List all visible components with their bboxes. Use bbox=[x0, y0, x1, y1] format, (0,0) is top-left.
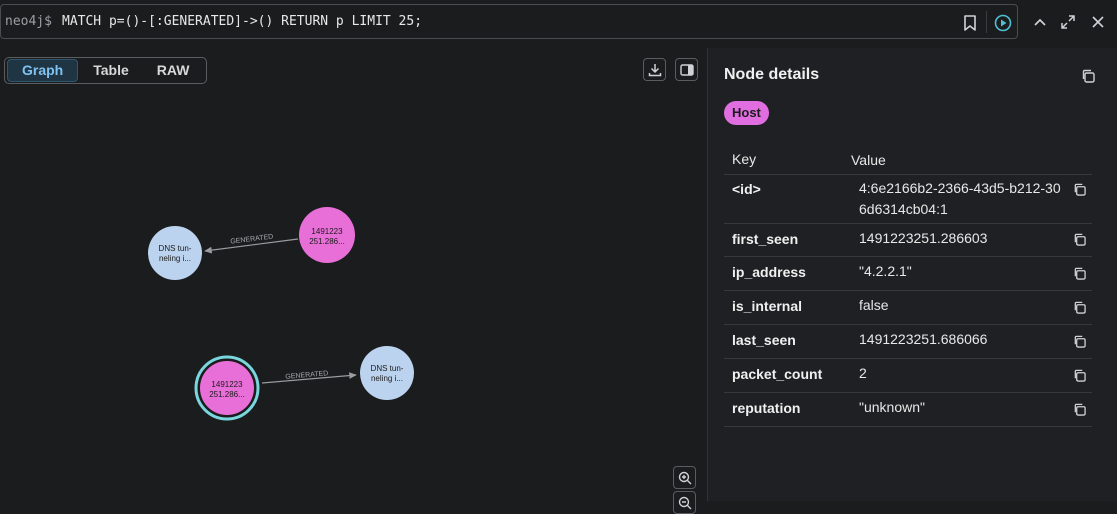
node-label-pill[interactable]: Host bbox=[724, 101, 769, 125]
prompt-label: neo4j$ bbox=[5, 14, 52, 29]
tab-raw[interactable]: RAW bbox=[144, 59, 203, 82]
tab-table[interactable]: Table bbox=[80, 59, 142, 82]
key-column-header: Key bbox=[732, 151, 757, 167]
copy-icon[interactable] bbox=[1073, 403, 1086, 416]
alert-node[interactable]: DNS tun- neling i... bbox=[360, 346, 414, 400]
table-row: <id> 4:6e2166b2-2366-43d5-b212-306d6314c… bbox=[724, 175, 1092, 224]
table-row: is_internal false bbox=[724, 291, 1092, 325]
property-key: last_seen bbox=[732, 332, 796, 348]
graph-canvas[interactable]: GENERATED GENERATED DNS tun- neling i...… bbox=[0, 48, 706, 514]
property-value: 1491223251.286603 bbox=[859, 230, 988, 246]
collapse-icon[interactable] bbox=[1030, 10, 1050, 34]
property-key: first_seen bbox=[732, 231, 799, 247]
property-key: is_internal bbox=[732, 298, 803, 314]
copy-icon[interactable] bbox=[1073, 301, 1086, 314]
property-value: 1491223251.686066 bbox=[859, 331, 988, 347]
alert-node[interactable]: DNS tun- neling i... bbox=[148, 226, 202, 280]
copy-all-icon[interactable] bbox=[1078, 66, 1098, 86]
relationship-label: GENERATED bbox=[230, 233, 274, 245]
node-caption-line: 1491223 bbox=[211, 380, 243, 389]
editor-divider bbox=[986, 11, 987, 33]
node-caption-line: 1491223 bbox=[311, 227, 343, 236]
node-details-panel: Node details Host Key Value <id> 4:6e216… bbox=[707, 48, 1117, 501]
copy-icon[interactable] bbox=[1073, 369, 1086, 382]
fullscreen-icon[interactable] bbox=[1057, 10, 1079, 34]
node-caption-line: 251.286... bbox=[309, 237, 345, 246]
property-value: 2 bbox=[859, 365, 867, 381]
run-query-icon[interactable] bbox=[992, 12, 1014, 34]
table-row: ip_address "4.2.2.1" bbox=[724, 257, 1092, 291]
property-value: "unknown" bbox=[859, 399, 925, 415]
relationship-edge[interactable]: GENERATED bbox=[204, 233, 299, 254]
toggle-panel-icon[interactable] bbox=[675, 58, 698, 81]
download-icon[interactable] bbox=[643, 58, 666, 81]
node-caption-line: DNS tun- bbox=[371, 364, 404, 373]
property-key: ip_address bbox=[732, 264, 806, 280]
properties-table: Key Value <id> 4:6e2166b2-2366-43d5-b212… bbox=[724, 145, 1092, 427]
host-node[interactable]: 1491223 251.286... bbox=[299, 207, 355, 263]
table-row: last_seen 1491223251.686066 bbox=[724, 325, 1092, 359]
copy-icon[interactable] bbox=[1073, 335, 1086, 348]
table-row: packet_count 2 bbox=[724, 359, 1092, 393]
copy-icon[interactable] bbox=[1073, 233, 1086, 246]
table-header: Key Value bbox=[724, 145, 1092, 175]
property-key: <id> bbox=[732, 181, 761, 197]
query-editor[interactable]: neo4j$ MATCH p=()-[:GENERATED]->() RETUR… bbox=[0, 4, 1018, 39]
zoom-out-icon[interactable] bbox=[673, 491, 696, 514]
property-value: "4.2.2.1" bbox=[859, 263, 912, 279]
panel-title: Node details bbox=[724, 66, 820, 83]
property-key: reputation bbox=[732, 400, 801, 416]
table-row: first_seen 1491223251.286603 bbox=[724, 224, 1092, 257]
graph-svg: GENERATED GENERATED DNS tun- neling i...… bbox=[148, 207, 414, 421]
property-key: packet_count bbox=[732, 366, 823, 382]
host-node-selected[interactable]: 1491223 251.286... bbox=[194, 355, 260, 421]
relationship-edge[interactable]: GENERATED bbox=[261, 370, 357, 384]
node-caption-line: neling i... bbox=[159, 254, 191, 263]
node-caption-line: 251.286... bbox=[209, 390, 245, 399]
table-row: reputation "unknown" bbox=[724, 393, 1092, 427]
zoom-in-icon[interactable] bbox=[673, 466, 696, 489]
query-text[interactable]: MATCH p=()-[:GENERATED]->() RETURN p LIM… bbox=[62, 14, 422, 29]
copy-icon[interactable] bbox=[1073, 183, 1086, 196]
tab-graph[interactable]: Graph bbox=[7, 59, 79, 82]
property-value: 4:6e2166b2-2366-43d5-b212-306d6314cb04:1 bbox=[859, 180, 1061, 217]
view-tabs: Graph Table RAW bbox=[4, 57, 207, 84]
node-caption-line: neling i... bbox=[371, 374, 403, 383]
value-column-header: Value bbox=[851, 152, 886, 168]
node-caption-line: DNS tun- bbox=[159, 244, 192, 253]
property-value: false bbox=[859, 297, 889, 313]
query-bar: neo4j$ MATCH p=()-[:GENERATED]->() RETUR… bbox=[0, 0, 1117, 44]
close-icon[interactable] bbox=[1087, 10, 1109, 34]
bookmark-icon[interactable] bbox=[959, 13, 981, 33]
copy-icon[interactable] bbox=[1073, 267, 1086, 280]
